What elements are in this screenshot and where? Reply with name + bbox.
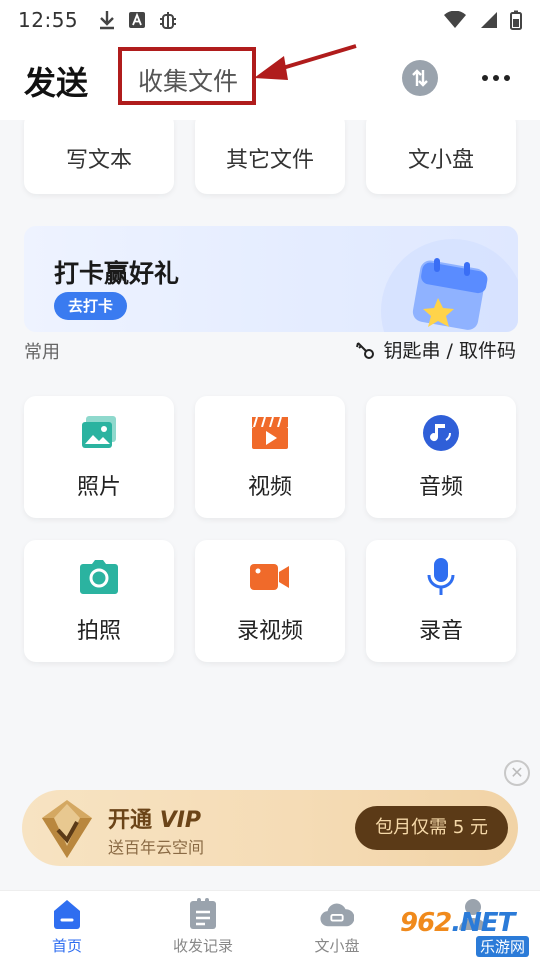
more-options-button[interactable] [478,60,514,96]
nav-records[interactable]: 收发记录 [148,897,258,960]
vip-monthly-button[interactable]: 包月仅需 5 元 [355,806,508,850]
status-notification-icons [98,10,178,30]
vip-title-vip: VIP [159,808,202,833]
key-link-label: 钥匙串 / 取件码 [383,340,516,362]
bug-icon [160,12,177,29]
clipboard-icon [186,897,220,931]
signal-icon [481,12,497,28]
more-dot-icon [482,75,488,81]
calendar-star-icon [381,239,518,332]
nav-wenxiaopan-label: 文小盘 [314,937,360,955]
card-label: 其它文件 [225,148,314,173]
vip-close-button[interactable]: ✕ [504,760,530,786]
more-dot-icon [504,75,510,81]
more-dot-icon [493,75,499,81]
annotation-highlight-box [118,47,256,105]
record-audio-card[interactable]: 录音 [366,540,516,662]
video-label: 视频 [247,475,292,500]
vip-subtitle: 送百年云空间 [108,838,205,857]
vip-title-prefix: 开通 [108,808,153,833]
camera-icon [79,557,119,597]
tab-send[interactable]: 发送 [24,58,88,104]
photo-label: 照片 [76,475,121,500]
status-time: 12:55 [18,8,79,32]
record-video-icon [250,557,290,597]
video-icon [250,413,290,453]
main-content: 写文本 其它文件 文小盘 打卡赢好礼 去打卡 常用 钥匙串 / 取件码 照片 视… [0,120,540,890]
watermark-num: 962 [400,908,452,938]
vip-title: 开通 VIP [108,802,201,834]
download-icon [100,11,115,30]
vip-diamond-icon [42,800,92,858]
nav-home-label: 首页 [51,937,82,955]
status-system-icons [444,10,522,30]
checkin-button[interactable]: 去打卡 [54,292,128,320]
wifi-icon [444,11,466,28]
home-icon [50,897,84,931]
write-text-card[interactable]: 写文本 [24,120,174,194]
take-photo-card[interactable]: 拍照 [24,540,174,662]
vip-banner[interactable]: 开通 VIP 送百年云空间 包月仅需 5 元 [22,790,518,866]
other-files-card[interactable]: 其它文件 [195,120,345,194]
audio-card[interactable]: 音频 [366,396,516,518]
a-box-icon [129,12,146,28]
banner-title: 打卡赢好礼 [54,259,180,288]
status-bar: 12:55 [0,0,540,40]
top-header: 发送 收集文件 [0,40,540,120]
transfer-arrows-icon [412,69,428,87]
site-watermark-logo: 962.NET 乐游网 [400,906,540,960]
record-video-label: 录视频 [236,619,303,644]
photo-icon [79,413,119,453]
key-icon [355,341,374,359]
watermark-sub: 乐游网 [476,936,530,957]
watermark-tld: .NET [451,908,515,938]
card-label: 写文本 [65,148,132,173]
music-icon [421,413,461,453]
nav-records-label: 收发记录 [172,937,233,955]
photo-card[interactable]: 照片 [24,396,174,518]
wenxiaopan-card[interactable]: 文小盘 [366,120,516,194]
record-video-card[interactable]: 录视频 [195,540,345,662]
keychain-pickup-code-link[interactable]: 钥匙串 / 取件码 [354,336,516,363]
section-common-label: 常用 [24,342,60,363]
close-icon: ✕ [510,763,524,782]
battery-icon [510,10,522,30]
audio-label: 音频 [418,475,463,500]
transfer-sort-button[interactable] [402,60,438,96]
take-photo-label: 拍照 [76,619,121,644]
nav-home[interactable]: 首页 [12,897,122,960]
video-card[interactable]: 视频 [195,396,345,518]
watermark-main: 962.NET [400,908,515,938]
card-label: 文小盘 [407,148,474,173]
cloud-icon [320,897,354,931]
record-audio-label: 录音 [418,619,463,644]
annotation-arrow-icon [254,44,357,80]
mic-icon [421,557,461,597]
nav-wenxiaopan[interactable]: 文小盘 [282,897,392,960]
checkin-banner[interactable]: 打卡赢好礼 去打卡 [24,226,518,332]
